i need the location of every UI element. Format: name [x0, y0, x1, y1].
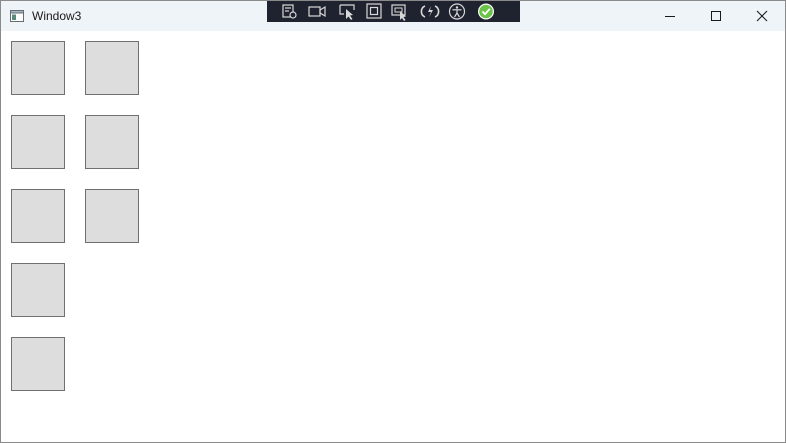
hot-reload-icon[interactable] — [419, 2, 441, 21]
close-button[interactable] — [739, 1, 785, 31]
minimize-icon — [665, 16, 675, 17]
grid-tile[interactable] — [11, 41, 65, 95]
debug-toolbar — [267, 1, 520, 22]
grid-tile[interactable] — [11, 115, 65, 169]
grid-tile[interactable] — [85, 115, 139, 169]
grid-tile[interactable] — [11, 263, 65, 317]
track-focus-icon[interactable] — [389, 2, 411, 21]
close-icon — [756, 10, 768, 22]
grid-tile[interactable] — [11, 337, 65, 391]
minimize-button[interactable] — [647, 1, 693, 31]
app-window: Window3 — [0, 0, 786, 443]
title-bar[interactable]: Window3 — [1, 1, 785, 31]
select-element-icon[interactable] — [337, 2, 359, 21]
check-icon[interactable] — [475, 2, 497, 21]
record-icon[interactable] — [306, 2, 328, 21]
window-client-area — [1, 31, 785, 442]
grid-tile[interactable] — [11, 189, 65, 243]
grid-tile[interactable] — [85, 189, 139, 243]
grid-tile[interactable] — [85, 41, 139, 95]
maximize-icon — [711, 11, 721, 21]
maximize-button[interactable] — [693, 1, 739, 31]
window-app-icon — [10, 9, 24, 22]
window-title: Window3 — [32, 9, 82, 23]
accessibility-icon[interactable] — [446, 2, 468, 21]
display-adorners-icon[interactable] — [363, 2, 385, 21]
live-visual-tree-icon[interactable] — [278, 2, 300, 21]
